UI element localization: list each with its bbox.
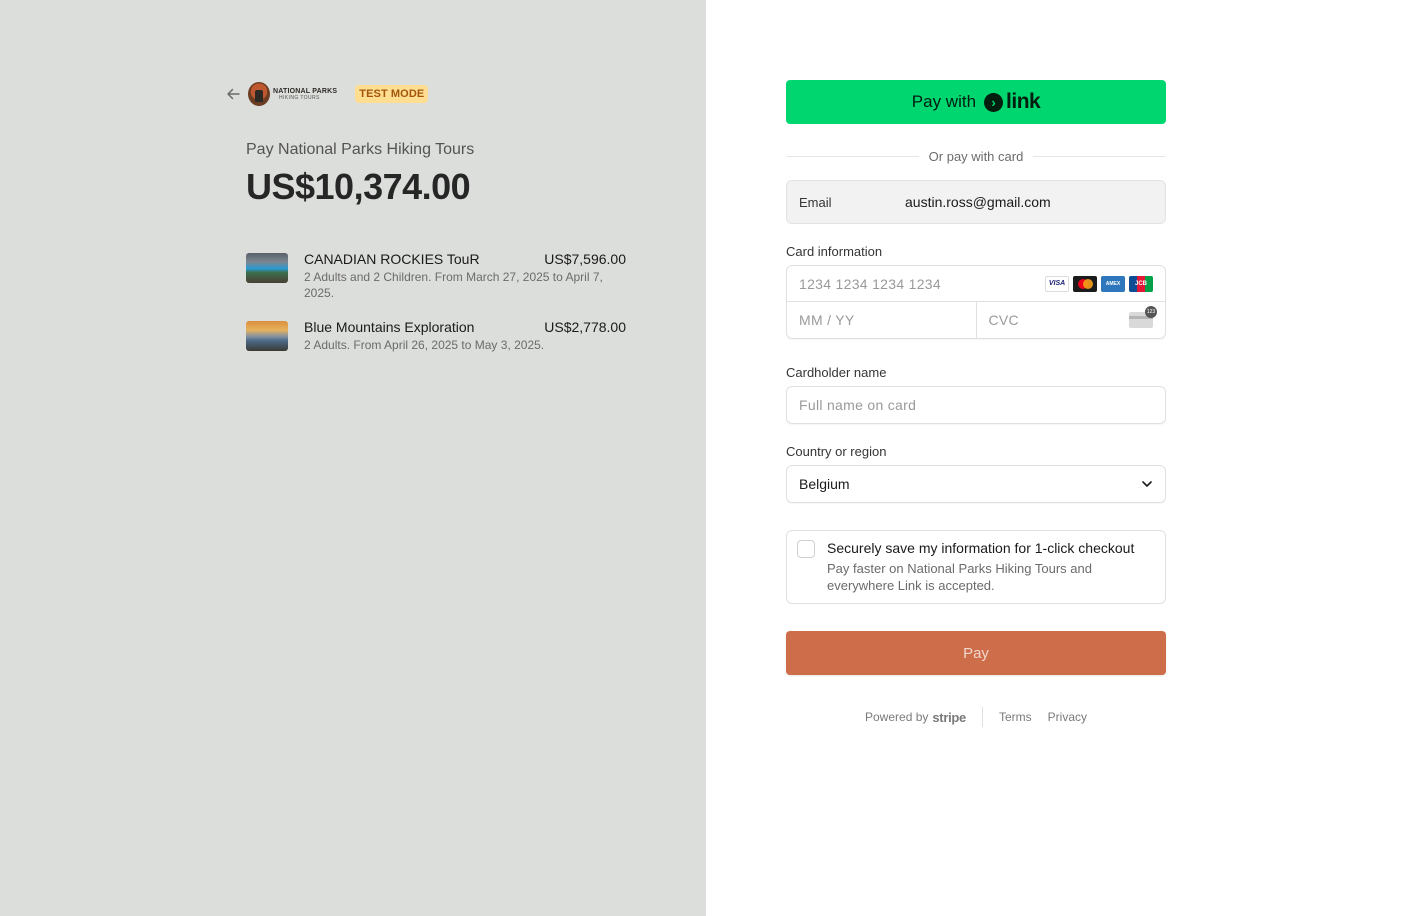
save-info-checkbox[interactable] bbox=[797, 540, 815, 558]
arrow-left-icon bbox=[227, 88, 240, 100]
summary-header: NATIONAL PARKS HIKING TOURS TEST MODE bbox=[224, 80, 429, 108]
merchant-line: Pay National Parks Hiking Tours bbox=[246, 141, 475, 158]
item-price: US$7,596.00 bbox=[544, 251, 626, 267]
logo-line1: NATIONAL PARKS bbox=[273, 87, 338, 95]
privacy-link[interactable]: Privacy bbox=[1048, 710, 1087, 724]
logo-line2: HIKING TOURS bbox=[279, 94, 320, 101]
item-description: 2 Adults and 2 Children. From March 27, … bbox=[304, 270, 603, 300]
amex-icon: AMEX bbox=[1101, 275, 1125, 292]
order-summary-panel: NATIONAL PARKS HIKING TOURS TEST MODE Pa… bbox=[0, 0, 706, 916]
link-logo: › link bbox=[984, 90, 1041, 114]
card-info-label: Card information bbox=[786, 244, 883, 259]
expiry-placeholder: MM / YY bbox=[799, 312, 855, 328]
total-amount: US$10,374.00 bbox=[246, 166, 471, 207]
email-value: austin.ross@gmail.com bbox=[905, 194, 1051, 210]
item-price: US$2,778.00 bbox=[544, 319, 626, 335]
test-mode-badge: TEST MODE bbox=[355, 85, 429, 103]
jcb-icon: JCB bbox=[1129, 275, 1153, 292]
or-divider: Or pay with card bbox=[786, 148, 1166, 164]
payment-form: Pay with › link Or pay with card Email a… bbox=[786, 80, 1166, 727]
card-number-input[interactable]: 1234 1234 1234 1234 VISA AMEX JCB bbox=[787, 266, 1165, 302]
country-select[interactable]: Belgium bbox=[786, 465, 1166, 503]
pay-with-link-button[interactable]: Pay with › link bbox=[786, 80, 1166, 124]
card-information-group: 1234 1234 1234 1234 VISA AMEX JCB MM / Y… bbox=[786, 265, 1166, 339]
cardholder-label: Cardholder name bbox=[786, 365, 887, 380]
save-info-description: Pay faster on National Parks Hiking Tour… bbox=[827, 561, 1092, 593]
expiry-input[interactable]: MM / YY bbox=[787, 302, 976, 338]
mastercard-icon bbox=[1073, 275, 1097, 292]
cvc-placeholder: CVC bbox=[988, 312, 1019, 328]
link-word: link bbox=[1006, 90, 1041, 113]
card-number-placeholder: 1234 1234 1234 1234 bbox=[799, 275, 941, 292]
payment-panel: Pay with › link Or pay with card Email a… bbox=[706, 0, 1418, 916]
merchant-logo: NATIONAL PARKS HIKING TOURS bbox=[248, 82, 337, 106]
stripe-logo: stripe bbox=[932, 709, 966, 725]
cardholder-placeholder: Full name on card bbox=[799, 397, 917, 413]
item-description: 2 Adults. From April 26, 2025 to May 3, … bbox=[304, 338, 545, 352]
email-field[interactable]: Email austin.ross@gmail.com bbox=[786, 180, 1166, 224]
back-arrow-icon[interactable] bbox=[224, 85, 242, 103]
hiker-logo-icon bbox=[248, 82, 270, 106]
cvc-card-icon bbox=[1129, 306, 1157, 328]
email-label: Email bbox=[799, 194, 832, 210]
country-label: Country or region bbox=[786, 444, 887, 459]
powered-by-text: Powered by bbox=[865, 710, 929, 724]
footer-divider bbox=[981, 707, 983, 727]
country-value: Belgium bbox=[799, 476, 850, 492]
chevron-down-icon bbox=[1142, 481, 1152, 487]
item-name: Blue Mountains Exploration bbox=[304, 319, 475, 335]
cardholder-name-input[interactable]: Full name on card bbox=[786, 386, 1166, 424]
divider-text: Or pay with card bbox=[918, 149, 1034, 164]
save-info-title: Securely save my information for 1-click… bbox=[827, 540, 1135, 556]
pay-button[interactable]: Pay bbox=[786, 631, 1166, 675]
save-info-option: Securely save my information for 1-click… bbox=[786, 530, 1166, 604]
card-brands: VISA AMEX JCB bbox=[1045, 275, 1153, 292]
terms-link[interactable]: Terms bbox=[999, 710, 1032, 724]
visa-icon: VISA bbox=[1045, 275, 1069, 292]
item-name: CANADIAN ROCKIES TouR bbox=[304, 251, 480, 267]
link-arrow-icon: › bbox=[984, 92, 1004, 112]
footer: Powered by stripe Terms Privacy bbox=[786, 707, 1166, 727]
pay-with-text: Pay with bbox=[911, 92, 977, 111]
cvc-input[interactable]: CVC bbox=[975, 302, 1166, 338]
item-thumbnail bbox=[246, 321, 288, 351]
item-thumbnail bbox=[246, 253, 288, 283]
